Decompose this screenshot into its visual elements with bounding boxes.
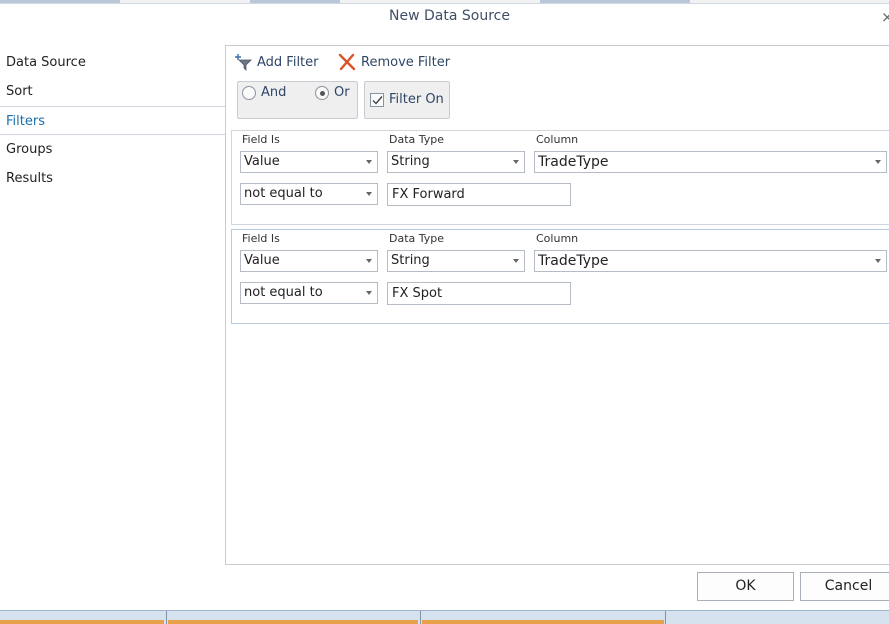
add-filter-button[interactable]: Add Filter bbox=[233, 53, 319, 71]
and-label: And bbox=[261, 85, 287, 100]
taskbar-tab-highlight bbox=[0, 620, 164, 624]
operator-value: not equal to bbox=[244, 186, 323, 201]
filters-panel: Add Filter Remove Filter And Or Filter O… bbox=[225, 45, 889, 565]
or-radio[interactable]: Or bbox=[315, 85, 350, 100]
nav-item-groups[interactable]: Groups bbox=[0, 135, 226, 164]
chevron-down-icon bbox=[366, 192, 372, 196]
chevron-down-icon bbox=[366, 259, 372, 263]
ok-button[interactable]: OK bbox=[697, 572, 794, 601]
field-is-header: Field Is bbox=[242, 133, 280, 146]
field-is-value: Value bbox=[244, 154, 280, 169]
taskbar-tab-highlight bbox=[168, 620, 418, 624]
column-value: TradeType bbox=[538, 154, 609, 170]
filter-on-label: Filter On bbox=[389, 92, 444, 107]
dialog-nav: Data Source Sort Filters Groups Results bbox=[0, 48, 226, 193]
logic-option-group: And Or bbox=[237, 81, 358, 119]
add-filter-label: Add Filter bbox=[257, 54, 319, 70]
filter-value-input[interactable]: FX Forward bbox=[387, 183, 571, 206]
filter-on-checkbox[interactable]: Filter On bbox=[370, 92, 444, 107]
column-select[interactable]: TradeType bbox=[534, 250, 887, 272]
operator-select[interactable]: not equal to bbox=[240, 282, 378, 304]
new-data-source-dialog: New Data Source × Data Source Sort Filte… bbox=[0, 4, 889, 610]
radio-circle bbox=[242, 85, 256, 100]
chevron-down-icon bbox=[513, 160, 519, 164]
column-value: TradeType bbox=[538, 253, 609, 269]
data-type-value: String bbox=[391, 253, 430, 268]
taskbar-separator bbox=[665, 611, 666, 624]
nav-item-data-source[interactable]: Data Source bbox=[0, 48, 226, 77]
filter-row: Field Is Data Type Column Value String T… bbox=[231, 229, 889, 324]
data-type-value: String bbox=[391, 154, 430, 169]
add-filter-icon bbox=[233, 53, 253, 71]
data-type-header: Data Type bbox=[389, 232, 445, 245]
nav-item-filters[interactable]: Filters bbox=[0, 106, 226, 135]
radio-circle-selected bbox=[315, 85, 329, 100]
taskbar-separator bbox=[166, 611, 167, 624]
close-icon[interactable]: × bbox=[881, 8, 889, 26]
chevron-down-icon bbox=[366, 160, 372, 164]
remove-filter-icon bbox=[337, 53, 357, 71]
field-is-select[interactable]: Value bbox=[240, 250, 378, 272]
nav-item-results[interactable]: Results bbox=[0, 164, 226, 193]
data-type-select[interactable]: String bbox=[387, 250, 525, 272]
nav-item-sort[interactable]: Sort bbox=[0, 77, 226, 106]
operator-value: not equal to bbox=[244, 285, 323, 300]
column-header: Column bbox=[536, 232, 579, 245]
taskbar-tab-highlight bbox=[422, 620, 664, 624]
field-is-header: Field Is bbox=[242, 232, 280, 245]
chevron-down-icon bbox=[513, 259, 519, 263]
filter-on-group: Filter On bbox=[364, 81, 450, 119]
filter-row: Field Is Data Type Column Value String T… bbox=[231, 130, 889, 225]
or-label: Or bbox=[334, 85, 350, 100]
checkbox-box bbox=[370, 92, 384, 107]
field-is-select[interactable]: Value bbox=[240, 151, 378, 173]
and-radio[interactable]: And bbox=[242, 85, 286, 100]
taskbar-separator bbox=[420, 611, 421, 624]
chevron-down-icon bbox=[875, 259, 881, 263]
remove-filter-label: Remove Filter bbox=[361, 54, 451, 70]
field-is-value: Value bbox=[244, 253, 280, 268]
data-type-select[interactable]: String bbox=[387, 151, 525, 173]
chevron-down-icon bbox=[875, 160, 881, 164]
filter-value-input[interactable]: FX Spot bbox=[387, 282, 571, 305]
taskbar-strip bbox=[0, 610, 889, 624]
column-select[interactable]: TradeType bbox=[534, 151, 887, 173]
chevron-down-icon bbox=[366, 291, 372, 295]
remove-filter-button[interactable]: Remove Filter bbox=[337, 53, 450, 71]
dialog-title: New Data Source bbox=[389, 8, 510, 24]
data-type-header: Data Type bbox=[389, 133, 445, 146]
checkmark-icon bbox=[372, 95, 383, 105]
column-header: Column bbox=[536, 133, 579, 146]
operator-select[interactable]: not equal to bbox=[240, 183, 378, 205]
cancel-button[interactable]: Cancel bbox=[800, 572, 889, 601]
